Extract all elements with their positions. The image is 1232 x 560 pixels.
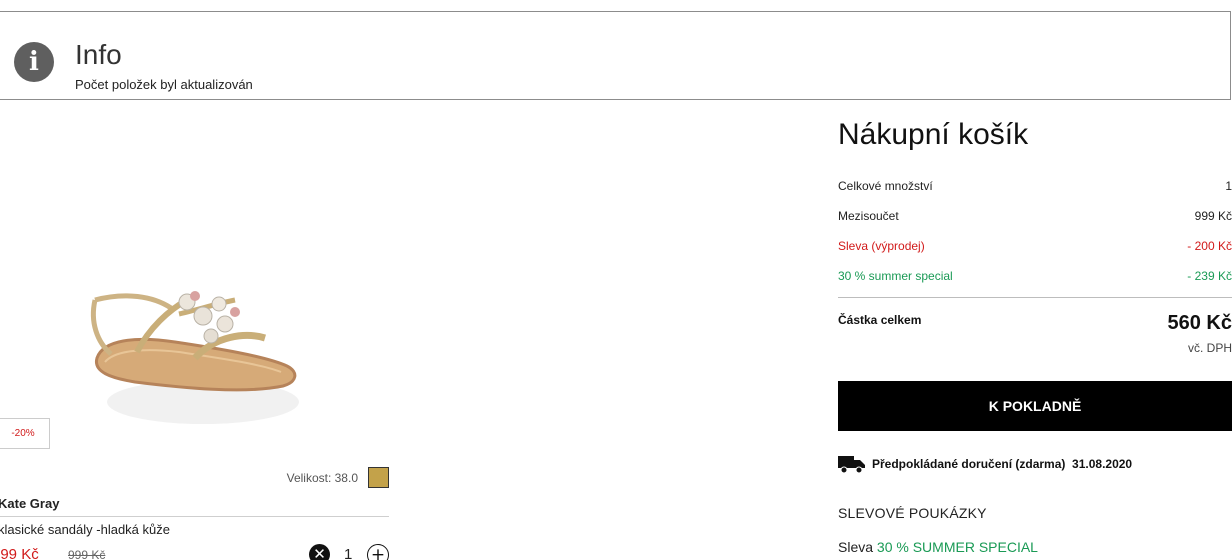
delivery-text: Předpokládané doručení (zdarma) 31.08.20… xyxy=(872,457,1133,471)
info-title: Info xyxy=(75,39,122,70)
voucher-name[interactable]: 30 % SUMMER SPECIAL xyxy=(877,539,1038,555)
info-message: Počet položek byl aktualizován xyxy=(75,77,253,92)
discount-badge: -20% xyxy=(0,418,50,449)
delivery-info: Předpokládané doručení (zdarma) 31.08.20… xyxy=(838,454,1132,474)
total-value: 560 Kč xyxy=(1167,312,1232,334)
vouchers-title: SLEVOVÉ POUKÁZKY xyxy=(838,505,987,521)
product-old-price: 999 Kč xyxy=(68,548,106,560)
sandal-image[interactable] xyxy=(75,270,315,440)
summary-value: 999 Kč xyxy=(1194,209,1232,223)
cart-summary: Nákupní košík Celkové množství 1 Mezisou… xyxy=(838,115,1232,555)
summary-label: 30 % summer special xyxy=(838,269,953,283)
product-brand[interactable]: Kate Gray xyxy=(0,496,59,511)
size-row: Velikost: 38.0 xyxy=(287,467,389,488)
info-notification: i Info Počet položek byl aktualizován xyxy=(0,11,1231,100)
remove-item-button[interactable]: ✕ xyxy=(309,544,330,560)
info-icon: i xyxy=(14,42,54,82)
total-label: Částka celkem xyxy=(838,313,922,327)
vat-label: vč. DPH xyxy=(1187,341,1232,355)
quantity-value: 1 xyxy=(344,546,353,560)
cart-title: Nákupní košík xyxy=(838,118,1029,151)
product-description: klasické sandály -hladká kůže xyxy=(0,522,170,537)
summary-value: - 200 Kč xyxy=(1187,239,1232,253)
summary-value: - 239 Kč xyxy=(1187,269,1232,283)
summary-row-quantity: Celkové množství 1 xyxy=(838,179,1232,193)
truck-icon xyxy=(838,456,865,474)
summary-label: Celkové množství xyxy=(838,179,933,193)
summary-row-promo-discount: 30 % summer special - 239 Kč xyxy=(838,269,1232,283)
cart-divider xyxy=(838,297,1232,298)
applied-voucher: Sleva 30 % SUMMER SPECIAL xyxy=(838,539,1038,555)
product-divider xyxy=(0,516,389,517)
increase-quantity-button[interactable]: + xyxy=(367,544,389,560)
summary-value: 1 xyxy=(1225,179,1232,193)
voucher-prefix: Sleva xyxy=(838,539,874,555)
summary-row-subtotal: Mezisoučet 999 Kč xyxy=(838,209,1232,223)
color-swatch[interactable] xyxy=(368,467,389,488)
size-label: Velikost: 38.0 xyxy=(286,470,358,485)
summary-row-sale-discount: Sleva (výprodej) - 200 Kč xyxy=(838,239,1232,253)
checkout-button[interactable]: K POKLADNĚ xyxy=(838,381,1232,431)
product-price: 799 Kč xyxy=(0,546,39,560)
summary-label: Mezisoučet xyxy=(838,209,899,223)
summary-label: Sleva (výprodej) xyxy=(838,239,925,253)
